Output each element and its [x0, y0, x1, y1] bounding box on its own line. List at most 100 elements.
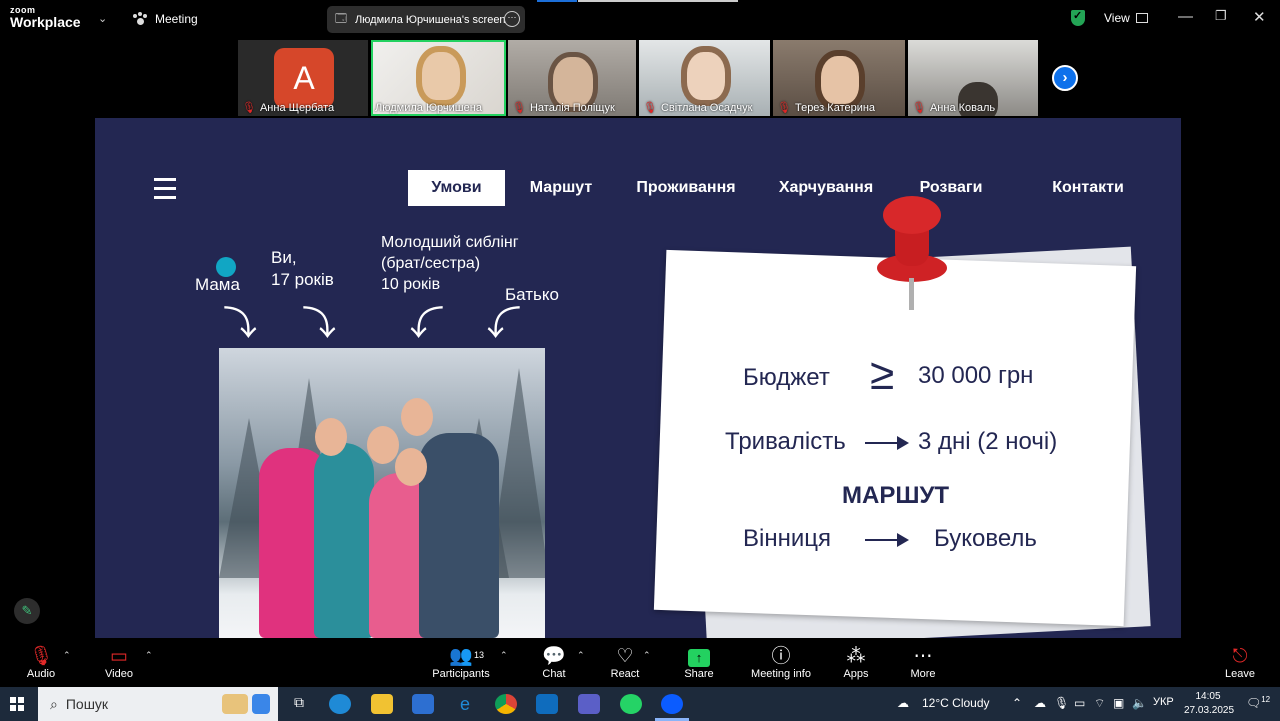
- caret-up-icon[interactable]: ⌃: [63, 650, 71, 661]
- zoom-logo: zoom Workplace: [10, 6, 81, 30]
- title-bar: zoom Workplace ⌄ Meeting 🗔 Людмила Юрчиш…: [0, 0, 1280, 38]
- task-view-icon[interactable]: ⧉: [288, 694, 310, 714]
- label-sibling-line3: 10 років: [381, 276, 441, 293]
- participant-name-row: 🎙 Світлана Осадчук: [643, 101, 753, 115]
- battery-icon[interactable]: ▭: [1074, 696, 1085, 710]
- caret-up-icon[interactable]: ⌃: [500, 650, 508, 661]
- hamburger-menu-icon[interactable]: [154, 178, 176, 205]
- share-button[interactable]: ↑ Share: [681, 646, 717, 680]
- participant-name: Наталія Поліщук: [529, 101, 615, 114]
- whatsapp-icon[interactable]: [620, 694, 642, 714]
- weather-text[interactable]: 12°C Cloudy: [922, 696, 990, 710]
- store-icon[interactable]: [412, 694, 434, 714]
- screen-share-banner[interactable]: 🗔 Людмила Юрчишена's screen ···: [327, 6, 525, 33]
- chrome-icon[interactable]: [495, 694, 517, 714]
- zoom-taskbar-icon[interactable]: [661, 694, 683, 714]
- windows-start-icon[interactable]: [10, 697, 24, 711]
- taskbar-clock[interactable]: 14:05 27.03.2025: [1184, 690, 1235, 718]
- minimize-icon[interactable]: —: [1178, 8, 1193, 25]
- participant-tile[interactable]: A 🎙 Анна Щербата: [238, 40, 368, 116]
- budget-label: Бюджет: [743, 364, 830, 391]
- participant-tile[interactable]: 🎙 Анна Коваль: [908, 40, 1038, 116]
- more-dots-icon: ⋯: [913, 646, 933, 667]
- nav-tab-food[interactable]: Харчування: [768, 170, 884, 206]
- screen-share-label: Людмила Юрчишена's screen: [354, 13, 506, 26]
- share-indicator-line: [537, 0, 577, 2]
- react-button[interactable]: ♡ React: [608, 646, 642, 680]
- label-sibling-line2: (брат/сестра): [381, 255, 481, 272]
- apps-button[interactable]: ⁂ Apps: [840, 646, 872, 680]
- participant-tile[interactable]: 🎙 Наталія Поліщук: [508, 40, 636, 116]
- display-icon[interactable]: ▣: [1113, 696, 1124, 710]
- paw-icon: [133, 12, 147, 26]
- info-icon: ⓘ: [771, 646, 791, 667]
- caret-up-icon[interactable]: ⌃: [145, 650, 153, 661]
- view-button[interactable]: View: [1104, 11, 1148, 25]
- nav-tab-accommodation[interactable]: Проживання: [625, 170, 747, 206]
- next-participants-button[interactable]: ›: [1052, 65, 1078, 91]
- mic-icon[interactable]: 🎙: [1054, 696, 1069, 710]
- language-indicator[interactable]: УКР: [1153, 696, 1174, 708]
- notifications-icon[interactable]: 🗨12: [1246, 695, 1270, 710]
- caret-up-icon[interactable]: ⌃: [577, 650, 585, 661]
- meeting-info-button[interactable]: ⓘ Meeting info: [748, 646, 814, 680]
- audio-button[interactable]: 🎙 Audio: [24, 646, 58, 680]
- nav-tab-route[interactable]: Маршут: [515, 170, 607, 206]
- edge-icon[interactable]: [329, 694, 351, 714]
- participant-name: Терез Катерина: [794, 101, 876, 114]
- restore-icon[interactable]: ❐: [1215, 8, 1227, 24]
- route-from: Вінниця: [743, 525, 831, 552]
- share-label: Share: [684, 668, 714, 680]
- label-you-line1: Ви,: [271, 248, 297, 267]
- arrow-right-icon: [865, 436, 909, 450]
- onedrive-icon[interactable]: ☁: [1034, 696, 1046, 710]
- volume-icon[interactable]: 🔈: [1132, 696, 1147, 710]
- teams-icon[interactable]: [578, 694, 600, 714]
- route-title: МАРШУТ: [842, 482, 950, 509]
- participant-name-row: 🎙 Анна Щербата: [242, 101, 334, 115]
- shared-slide: Умови Маршут Проживання Харчування Розва…: [95, 118, 1181, 638]
- nav-tab-contacts[interactable]: Контакти: [1042, 170, 1134, 206]
- close-icon[interactable]: ✕: [1253, 8, 1266, 26]
- video-button[interactable]: ▭ Video: [100, 646, 138, 680]
- clock-date: 27.03.2025: [1184, 705, 1235, 716]
- budget-symbol: ≥: [870, 350, 895, 399]
- leave-door-icon: ⎋: [1232, 646, 1248, 667]
- apps-label: Apps: [843, 668, 869, 680]
- view-label: View: [1104, 11, 1130, 25]
- arrow-right-icon: [865, 533, 909, 547]
- internet-explorer-icon[interactable]: e: [454, 694, 476, 714]
- wifi-icon[interactable]: ⌔: [1094, 696, 1105, 711]
- label-you-line2: 17 років: [271, 270, 334, 289]
- file-explorer-icon[interactable]: [371, 694, 393, 714]
- mic-muted-icon: 🎙: [28, 646, 54, 667]
- meeting-menu[interactable]: Meeting: [133, 12, 198, 26]
- leave-label: Leave: [1225, 668, 1255, 680]
- chevron-down-icon[interactable]: ⌄: [98, 12, 107, 25]
- avatar: A: [274, 48, 334, 108]
- widget-icon-2[interactable]: [252, 694, 270, 714]
- logo-name-text: Workplace: [10, 14, 81, 30]
- security-shield-icon[interactable]: [1071, 9, 1085, 26]
- nav-tab-conditions[interactable]: Умови: [408, 170, 505, 206]
- participant-tile[interactable]: 🎙 Світлана Осадчук: [639, 40, 770, 116]
- participant-video: [681, 46, 731, 106]
- leave-button[interactable]: ⎋ Leave: [1223, 646, 1257, 680]
- participant-name: Світлана Осадчук: [660, 101, 753, 114]
- more-options-icon[interactable]: ···: [504, 11, 520, 27]
- chevron-up-icon[interactable]: ⌃: [1012, 696, 1022, 710]
- participant-tile-active[interactable]: Людмила Юрчишена: [371, 40, 506, 116]
- duration-label: Тривалість: [725, 428, 846, 455]
- outlook-icon[interactable]: [536, 694, 558, 714]
- caret-up-icon[interactable]: ⌃: [643, 650, 651, 661]
- chat-button[interactable]: 💬 Chat: [537, 646, 571, 680]
- meeting-info-label: Meeting info: [751, 668, 811, 680]
- widget-icon[interactable]: [222, 694, 248, 714]
- participant-name-row: 🎙 Терез Катерина: [777, 101, 876, 115]
- participant-video: [416, 46, 466, 106]
- more-button[interactable]: ⋯ More: [906, 646, 940, 680]
- arrow-down-icon: ⤵: [487, 305, 521, 343]
- participant-tile[interactable]: 🎙 Терез Катерина: [773, 40, 905, 116]
- weather-icon[interactable]: ☁: [897, 696, 909, 710]
- annotate-pen-icon[interactable]: ✎: [14, 598, 40, 624]
